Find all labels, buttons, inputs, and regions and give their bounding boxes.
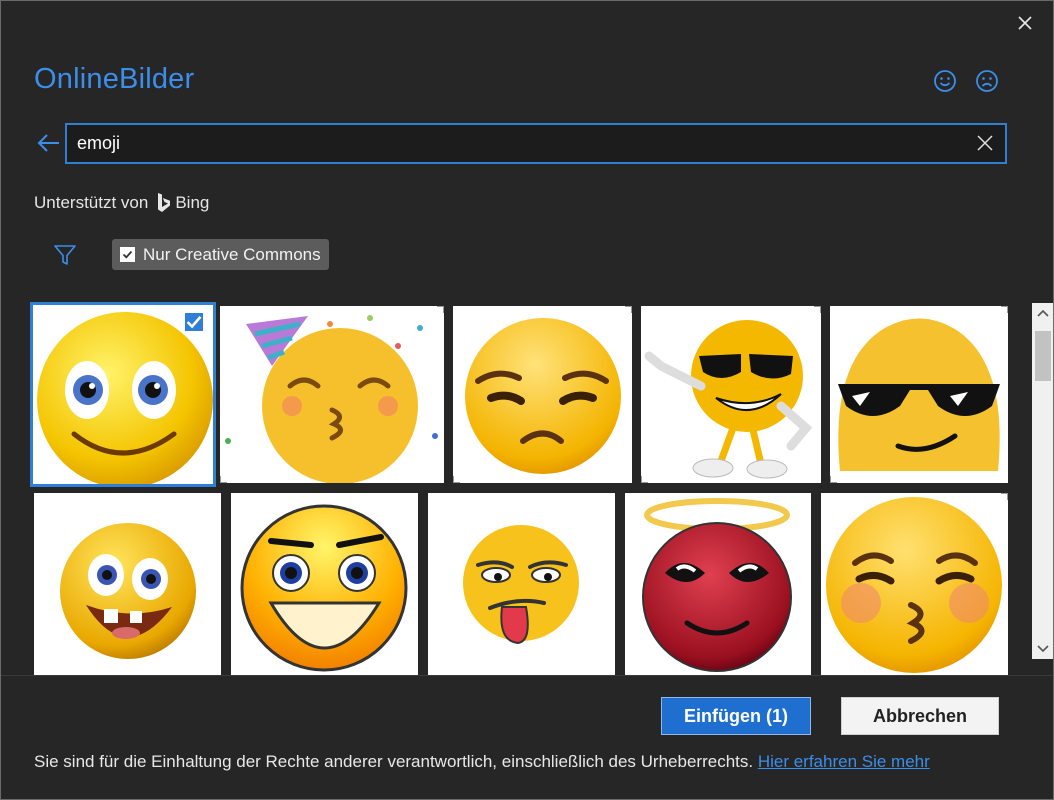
clear-icon (977, 135, 993, 151)
result-tile-9[interactable] (625, 493, 811, 675)
learn-more-link[interactable]: Hier erfahren Sie mehr (758, 752, 930, 771)
copyright-notice: Sie sind für die Einhaltung der Rechte a… (34, 752, 930, 772)
clear-search-button[interactable] (975, 133, 995, 153)
search-box (65, 123, 1007, 164)
result-tile-2[interactable] (220, 306, 444, 483)
creative-commons-filter[interactable]: Nur Creative Commons (112, 239, 329, 270)
scroll-up-button[interactable] (1032, 303, 1053, 323)
frown-feedback-button[interactable] (973, 67, 1001, 95)
powered-by: Unterstützt von Bing (34, 192, 209, 214)
smile-feedback-button[interactable] (931, 67, 959, 95)
tile-corner (814, 306, 821, 313)
emoji-image (220, 306, 444, 483)
tile-corner (437, 306, 444, 313)
bing-brand: Bing (175, 193, 210, 212)
back-arrow-icon (37, 134, 59, 152)
emoji-image (641, 306, 821, 483)
cancel-button[interactable]: Abbrechen (841, 697, 999, 735)
result-tile-3[interactable] (453, 306, 632, 483)
tile-corner (625, 306, 632, 313)
creative-commons-checkbox[interactable] (120, 247, 135, 262)
result-tile-1[interactable] (30, 302, 216, 487)
online-pictures-dialog: OnlineBilder Unterstützt von Bing Nur Cr… (0, 0, 1054, 800)
scroll-thumb[interactable] (1035, 331, 1051, 381)
search-input[interactable] (77, 125, 957, 162)
emoji-image (231, 493, 418, 675)
result-tile-6[interactable] (34, 493, 221, 675)
filter-icon (54, 245, 76, 265)
close-button[interactable] (1011, 9, 1039, 37)
emoji-image (625, 493, 811, 675)
tile-corner (830, 476, 837, 483)
selected-checkbox[interactable] (184, 312, 204, 332)
tile-corner (453, 476, 460, 483)
chevron-up-icon (1037, 309, 1049, 317)
emoji-image (453, 306, 632, 483)
creative-commons-label: Nur Creative Commons (143, 244, 321, 264)
powered-by-label: Unterstützt von (34, 193, 149, 212)
tile-corner (1001, 306, 1008, 313)
emoji-image (821, 493, 1008, 675)
smile-icon (934, 70, 956, 92)
tile-corner (641, 476, 648, 483)
results-grid (1, 301, 1031, 675)
bing-icon (158, 193, 171, 212)
emoji-image (428, 493, 615, 675)
emoji-image (34, 493, 221, 675)
insert-button[interactable]: Einfügen (1) (661, 697, 811, 735)
feedback-buttons (931, 67, 1001, 95)
emoji-image (830, 306, 1008, 483)
copyright-notice-text: Sie sind für die Einhaltung der Rechte a… (34, 752, 758, 771)
result-tile-5[interactable] (830, 306, 1008, 483)
checkmark-icon (122, 250, 133, 259)
frown-icon (976, 70, 998, 92)
dialog-title: OnlineBilder (34, 63, 195, 95)
filter-button[interactable] (53, 243, 77, 267)
close-icon (1018, 16, 1032, 30)
result-tile-8[interactable] (428, 493, 615, 675)
back-button[interactable] (35, 129, 63, 157)
bing-logo: Bing (156, 192, 209, 214)
result-tile-10[interactable] (821, 493, 1008, 675)
checkmark-icon (186, 316, 202, 329)
tile-corner (1001, 493, 1008, 500)
result-tile-7[interactable] (231, 493, 418, 675)
footer-divider (1, 675, 1053, 676)
chevron-down-icon (1037, 645, 1049, 653)
tile-corner (220, 476, 227, 483)
scroll-down-button[interactable] (1032, 639, 1053, 659)
result-tile-4[interactable] (641, 306, 821, 483)
results-scrollbar[interactable] (1032, 303, 1053, 659)
